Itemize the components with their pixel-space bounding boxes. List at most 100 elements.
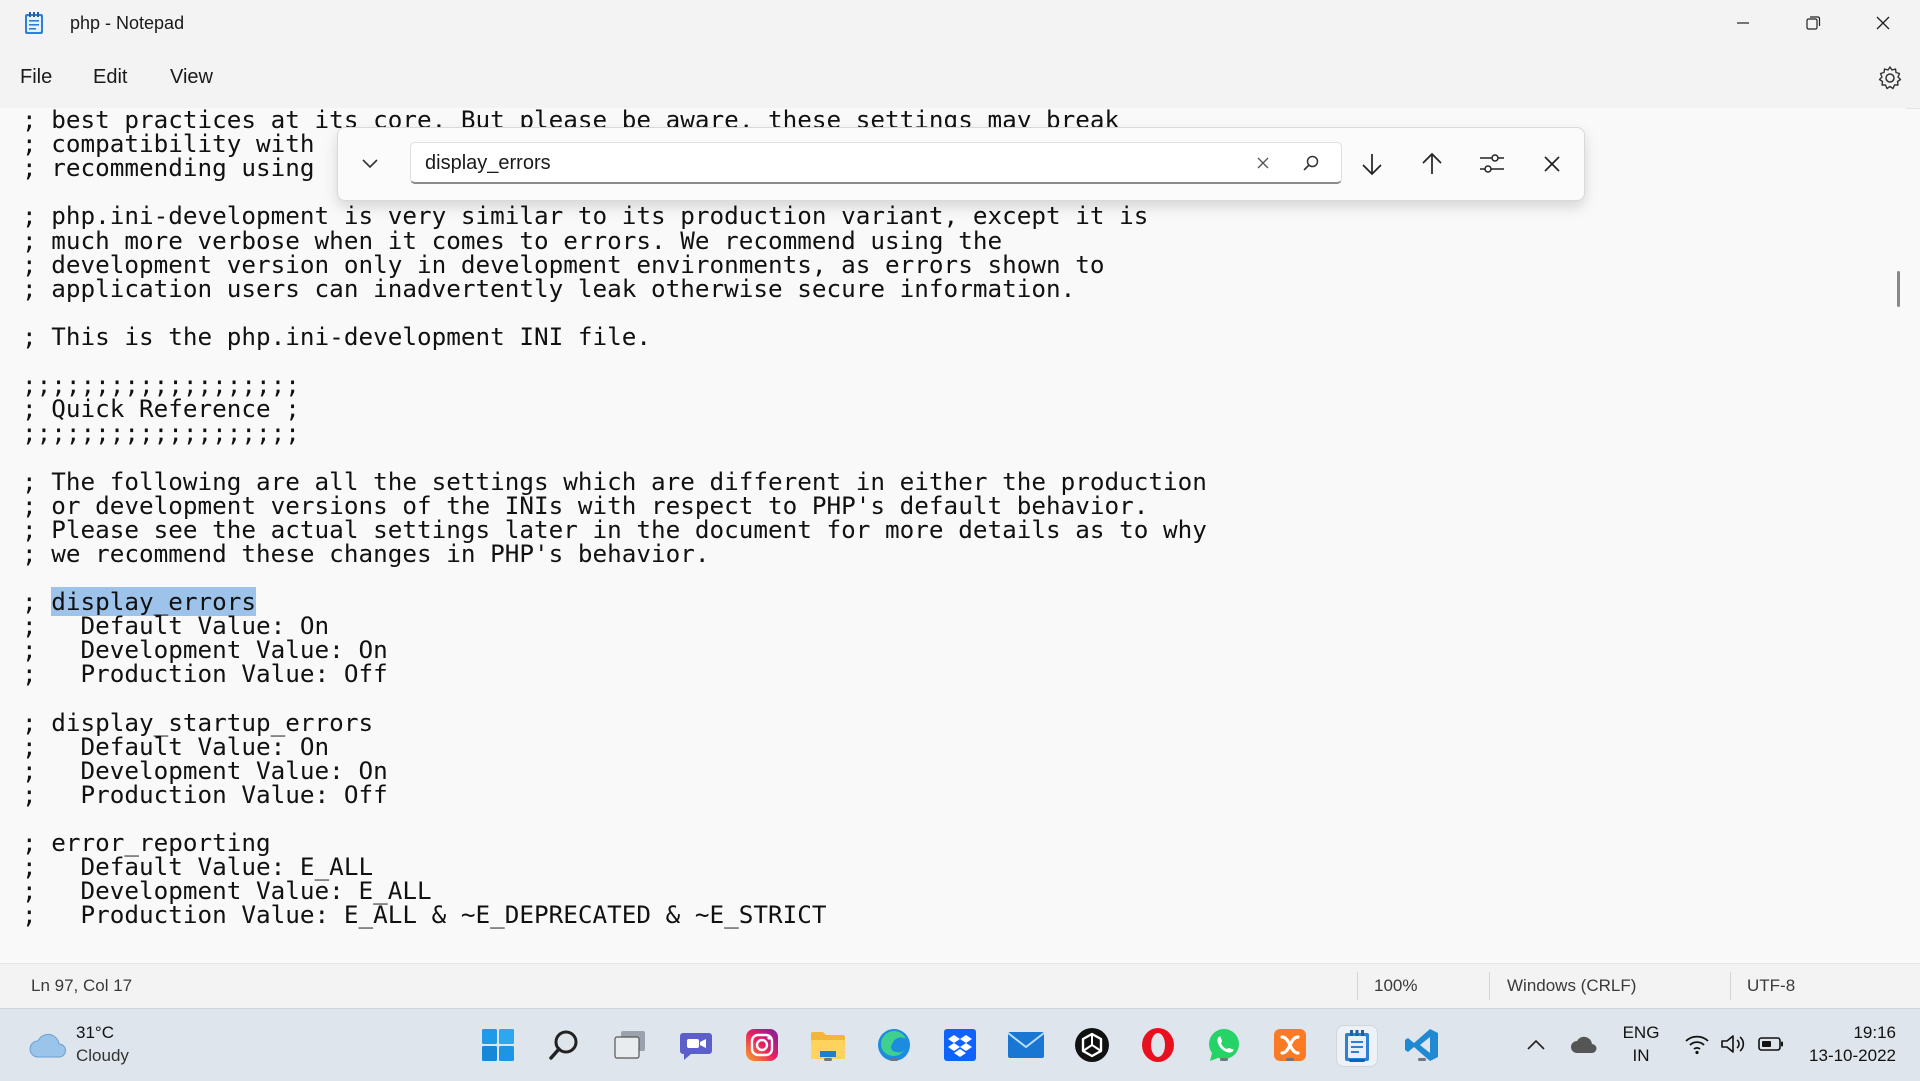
- arrow-down-icon: [1362, 154, 1382, 176]
- status-divider: [1489, 972, 1490, 1000]
- minimize-button[interactable]: [1708, 0, 1778, 46]
- search-icon: [1303, 155, 1319, 171]
- notepad-app-icon: [25, 12, 43, 34]
- notepad-taskbar-button[interactable]: [1336, 1025, 1378, 1067]
- clear-icon: [1257, 157, 1269, 169]
- whatsapp-button[interactable]: [1204, 1025, 1244, 1065]
- start-button[interactable]: [478, 1025, 518, 1065]
- mail-button[interactable]: [1006, 1025, 1046, 1065]
- teams-chat-button[interactable]: [676, 1025, 716, 1065]
- menu-edit[interactable]: Edit: [93, 66, 127, 89]
- weather-widget[interactable]: 31°C Cloudy: [26, 1021, 166, 1069]
- dropbox-icon: [944, 1029, 976, 1061]
- settings-gear-icon[interactable]: [1876, 64, 1904, 92]
- folder-icon: [811, 1032, 845, 1059]
- region-code: IN: [1632, 1046, 1650, 1065]
- battery-icon: [1758, 1037, 1783, 1051]
- editor-line: ;;;;;;;;;;;;;;;;;;;: [22, 418, 300, 448]
- weather-temperature: 31°C: [76, 1023, 114, 1042]
- teams-chat-icon: [680, 1033, 712, 1060]
- editor-line: ; development version only in developmen…: [22, 249, 1105, 279]
- editor-line: ; application users can inadvertently le…: [22, 273, 1076, 303]
- opera-icon: [1142, 1028, 1174, 1062]
- cloud-icon: [29, 1033, 66, 1058]
- running-indicator: [1220, 1058, 1228, 1061]
- find-next-button[interactable]: [1354, 146, 1390, 182]
- editor-line: ; The following are all the settings whi…: [22, 466, 1207, 496]
- vscode-button[interactable]: [1402, 1025, 1442, 1065]
- running-indicator: [824, 1058, 832, 1061]
- restore-button[interactable]: [1778, 0, 1848, 46]
- clear-search-button[interactable]: [1249, 149, 1277, 177]
- xampp-button[interactable]: [1270, 1025, 1310, 1065]
- weather-description: Cloudy: [76, 1046, 129, 1065]
- status-divider: [1357, 972, 1358, 1000]
- dropbox-button[interactable]: [940, 1025, 980, 1065]
- close-icon: [1544, 156, 1560, 172]
- onedrive-cloud-icon: [1571, 1036, 1597, 1053]
- sliders-icon: [1480, 154, 1504, 173]
- taskbar: 31°C Cloudy ENG IN 19:16 13-10-2022: [0, 1008, 1920, 1081]
- status-divider: [1730, 972, 1731, 1000]
- task-view-icon: [614, 1031, 645, 1059]
- arrow-up-icon: [1422, 152, 1442, 174]
- file-explorer-button[interactable]: [808, 1025, 848, 1065]
- editor-line: ; much more verbose when it comes to err…: [22, 225, 1003, 255]
- show-hidden-icons-button[interactable]: [1516, 1025, 1556, 1065]
- close-window-button[interactable]: [1848, 0, 1918, 46]
- editor-line: ; recommending using: [22, 153, 315, 183]
- find-options-button[interactable]: [1474, 146, 1510, 182]
- clock[interactable]: 19:16 13-10-2022: [1800, 1021, 1900, 1069]
- minimize-icon: [1737, 22, 1749, 24]
- encoding: UTF-8: [1747, 976, 1796, 995]
- edge-button[interactable]: [874, 1025, 914, 1065]
- editor-line: ; or development versions of the INIs wi…: [22, 490, 1149, 520]
- active-indicator: [1349, 1059, 1365, 1062]
- menu-bar: File Edit View: [0, 46, 1920, 109]
- text-editor[interactable]: ; best practices at its core. But please…: [0, 108, 1906, 963]
- onedrive-button[interactable]: [1564, 1025, 1604, 1065]
- close-find-button[interactable]: [1534, 146, 1570, 182]
- editor-line: ; Production Value: Off: [22, 659, 388, 689]
- editor-line: ; php.ini-development is very similar to…: [22, 201, 1149, 231]
- mail-icon: [1007, 1032, 1045, 1058]
- find-previous-button[interactable]: [1414, 146, 1450, 182]
- opera-button[interactable]: [1138, 1025, 1178, 1065]
- language-indicator[interactable]: ENG IN: [1616, 1021, 1666, 1069]
- instagram-icon: [746, 1029, 778, 1061]
- quick-settings-button[interactable]: [1680, 1027, 1786, 1063]
- running-indicator: [1286, 1058, 1294, 1061]
- find-input[interactable]: [425, 149, 1225, 177]
- wifi-icon: [1685, 1035, 1709, 1055]
- menu-file[interactable]: File: [20, 66, 52, 89]
- running-indicator: [1418, 1058, 1426, 1061]
- chevron-down-icon: [362, 159, 378, 169]
- menu-view[interactable]: View: [170, 66, 213, 89]
- window-title: php - Notepad: [70, 13, 185, 33]
- search-button[interactable]: [1297, 149, 1325, 177]
- chevron-up-icon: [1527, 1039, 1545, 1050]
- restore-icon: [1806, 16, 1821, 30]
- taskbar-search-button[interactable]: [544, 1025, 584, 1065]
- vertical-scrollbar-thumb[interactable]: [1897, 271, 1900, 307]
- task-view-button[interactable]: [610, 1025, 650, 1065]
- xampp-icon: [1274, 1029, 1306, 1061]
- expand-replace-button[interactable]: [352, 146, 388, 182]
- editor-line: ; Production Value: Off: [22, 779, 388, 809]
- line-ending: Windows (CRLF): [1507, 976, 1637, 995]
- title-bar: php - Notepad: [0, 0, 1920, 46]
- editor-line: ; Production Value: E_ALL & ~E_DEPRECATE…: [22, 900, 827, 930]
- language-code: ENG: [1622, 1023, 1660, 1042]
- windows-start-icon: [482, 1029, 514, 1061]
- chatgpt-icon: [1075, 1028, 1109, 1062]
- editor-line: ; Default Value: On: [22, 731, 330, 761]
- clock-date: 13-10-2022: [1809, 1046, 1896, 1065]
- find-search-box: [410, 142, 1342, 184]
- chatgpt-button[interactable]: [1072, 1025, 1112, 1065]
- clock-time: 19:16: [1853, 1023, 1896, 1042]
- search-icon: [549, 1030, 578, 1060]
- instagram-button[interactable]: [742, 1025, 782, 1065]
- running-indicator: [890, 1058, 898, 1061]
- close-icon: [1876, 16, 1890, 30]
- editor-line: ; display_startup_errors: [22, 707, 374, 737]
